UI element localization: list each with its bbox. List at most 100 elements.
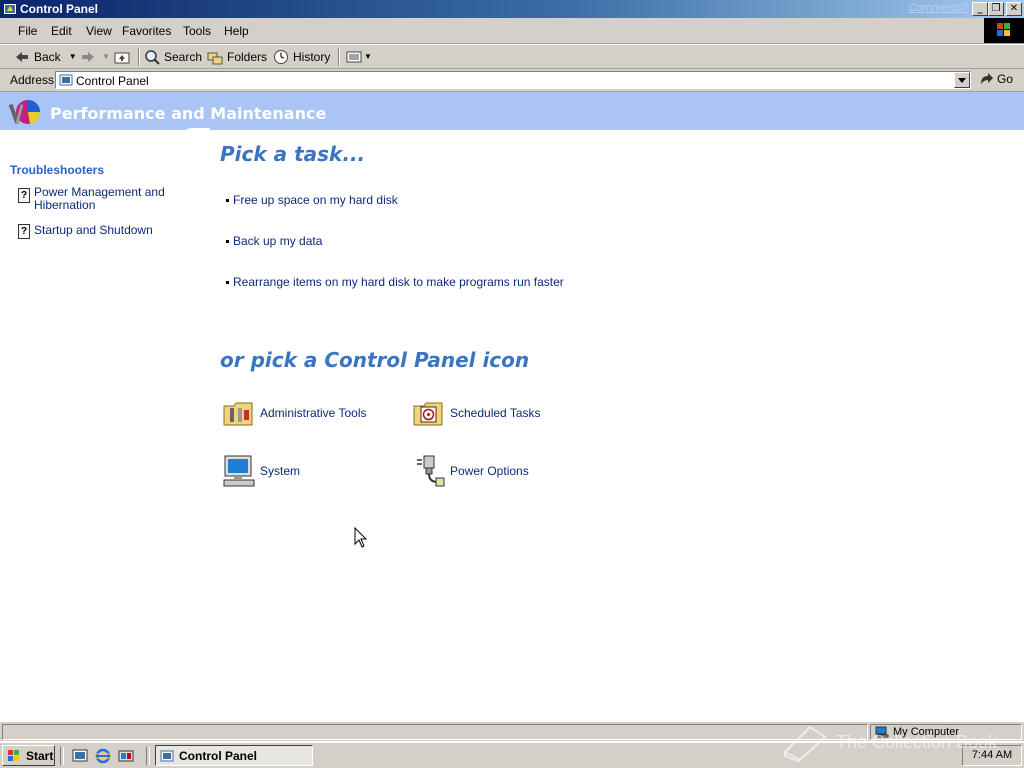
history-label: History — [293, 50, 331, 64]
watermark-text: The Collection Book — [836, 732, 998, 752]
menu-favorites[interactable]: Favorites — [122, 24, 171, 38]
address-label: Address — [10, 73, 55, 87]
bullet — [226, 199, 229, 203]
bullet — [226, 240, 229, 244]
pane-curve — [180, 128, 210, 140]
chevron-down-icon — [958, 78, 966, 83]
windows-flag-icon — [8, 749, 19, 761]
taskbar-separator — [146, 747, 150, 765]
menu-view[interactable]: View — [86, 24, 112, 38]
go-arrow-icon — [981, 73, 993, 84]
forward-dropdown-icon[interactable]: ▼ — [102, 48, 110, 66]
up-button[interactable] — [114, 48, 130, 66]
cp-administrative-tools[interactable]: Administrative Tools — [222, 398, 367, 428]
side-pane — [0, 130, 190, 720]
start-label: Start — [26, 748, 54, 763]
menu-bar: File Edit View Favorites Tools Help — [0, 18, 1024, 44]
category-header: Performance and Maintenance — [0, 92, 1024, 130]
back-label: Back — [34, 50, 61, 64]
power-options-icon — [417, 455, 445, 487]
administrative-tools-icon — [223, 402, 253, 426]
performance-maintenance-icon — [8, 100, 41, 125]
close-button[interactable]: ✕ — [1006, 2, 1022, 16]
control-panel-icon — [4, 4, 16, 14]
go-label: Go — [997, 72, 1014, 86]
back-button[interactable]: Back ▼ — [14, 48, 77, 66]
history-button[interactable]: History — [273, 48, 330, 66]
mouse-cursor — [354, 527, 368, 548]
troubleshooters-heading: Troubleshooters — [10, 163, 105, 177]
pick-icon-heading: or pick a Control Panel icon — [220, 348, 530, 372]
toolbar-separator — [338, 48, 340, 66]
forward-arrow-icon — [82, 52, 94, 62]
category-title: Performance and Maintenance — [50, 104, 327, 123]
back-arrow-icon — [16, 52, 28, 62]
task-label: Rearrange items on my hard disk to make … — [233, 275, 564, 289]
pick-task-heading: Pick a task... — [220, 142, 366, 166]
status-pane-main — [2, 724, 868, 740]
task-defragment[interactable]: Rearrange items on my hard disk to make … — [226, 275, 564, 289]
cp-label: Administrative Tools — [260, 406, 367, 420]
menu-help[interactable]: Help — [224, 24, 249, 38]
control-panel-icon — [59, 74, 73, 86]
comments-link[interactable]: Comments? — [909, 2, 968, 14]
task-back-up-data[interactable]: Back up my data — [226, 234, 322, 248]
taskbar-button-control-panel[interactable]: Control Panel — [155, 745, 313, 766]
search-icon — [145, 50, 160, 65]
watermark: The Collection Book — [780, 722, 1020, 762]
go-button[interactable]: Go — [978, 72, 1013, 86]
troubleshooter-startup-shutdown[interactable]: ? Startup and Shutdown — [18, 224, 178, 242]
menu-file[interactable]: File — [18, 24, 37, 38]
system-icon — [223, 455, 255, 487]
help-icon: ? — [18, 188, 30, 203]
cp-scheduled-tasks[interactable]: Scheduled Tasks — [412, 398, 541, 428]
restore-button[interactable]: ❐ — [988, 2, 1004, 16]
forward-button[interactable]: ▼ — [80, 48, 110, 66]
views-dropdown-icon[interactable]: ▼ — [364, 48, 372, 66]
cp-system[interactable]: System — [222, 454, 300, 488]
folders-icon — [207, 52, 223, 65]
address-input[interactable]: Control Panel — [55, 71, 971, 89]
back-dropdown-icon[interactable]: ▼ — [69, 48, 77, 66]
address-dropdown-button[interactable] — [954, 72, 970, 88]
task-label: Free up space on my hard disk — [233, 193, 398, 207]
cp-label: Scheduled Tasks — [450, 406, 541, 420]
address-bar: Address Control Panel Go — [0, 69, 1024, 92]
window-title-bar[interactable]: Control Panel Comments? _ ❐ ✕ — [0, 0, 1024, 18]
window-title: Control Panel — [20, 2, 99, 16]
toolbar-separator — [138, 48, 140, 66]
show-desktop-icon[interactable] — [72, 748, 88, 764]
address-value: Control Panel — [76, 74, 149, 88]
minimize-button[interactable]: _ — [972, 2, 988, 16]
folders-button[interactable]: Folders — [207, 48, 267, 66]
troubleshooter-label: Startup and Shutdown — [34, 223, 153, 237]
cp-label: System — [260, 464, 301, 478]
bullet — [226, 281, 229, 285]
up-folder-icon — [114, 52, 130, 64]
menu-edit[interactable]: Edit — [51, 24, 72, 38]
start-button[interactable]: Start — [2, 745, 55, 766]
folders-label: Folders — [227, 50, 268, 64]
scheduled-tasks-icon — [413, 402, 443, 426]
search-label: Search — [164, 50, 203, 64]
launch-channels-icon[interactable] — [118, 748, 134, 764]
control-panel-icon — [160, 750, 174, 761]
internet-explorer-icon[interactable] — [95, 748, 111, 764]
search-button[interactable]: Search — [144, 48, 202, 66]
help-icon: ? — [18, 224, 30, 239]
troubleshooter-label-line2: Hibernation — [34, 198, 96, 212]
menu-tools[interactable]: Tools — [183, 24, 211, 38]
windows-logo — [984, 18, 1024, 43]
views-icon — [346, 51, 362, 63]
cp-power-options[interactable]: Power Options — [412, 454, 529, 488]
book-watermark-icon — [783, 725, 827, 762]
taskbar-button-label: Control Panel — [179, 748, 258, 763]
history-icon — [274, 50, 288, 64]
taskbar-separator — [60, 747, 64, 765]
views-button[interactable]: ▼ — [346, 48, 372, 66]
task-free-up-space[interactable]: Free up space on my hard disk — [226, 193, 398, 207]
task-label: Back up my data — [233, 234, 323, 248]
troubleshooter-power-management[interactable]: ? Power Management and Hibernation — [18, 186, 178, 216]
standard-toolbar: Back ▼ ▼ Search Folders History ▼ — [0, 44, 1024, 69]
cp-label: Power Options — [450, 464, 529, 478]
